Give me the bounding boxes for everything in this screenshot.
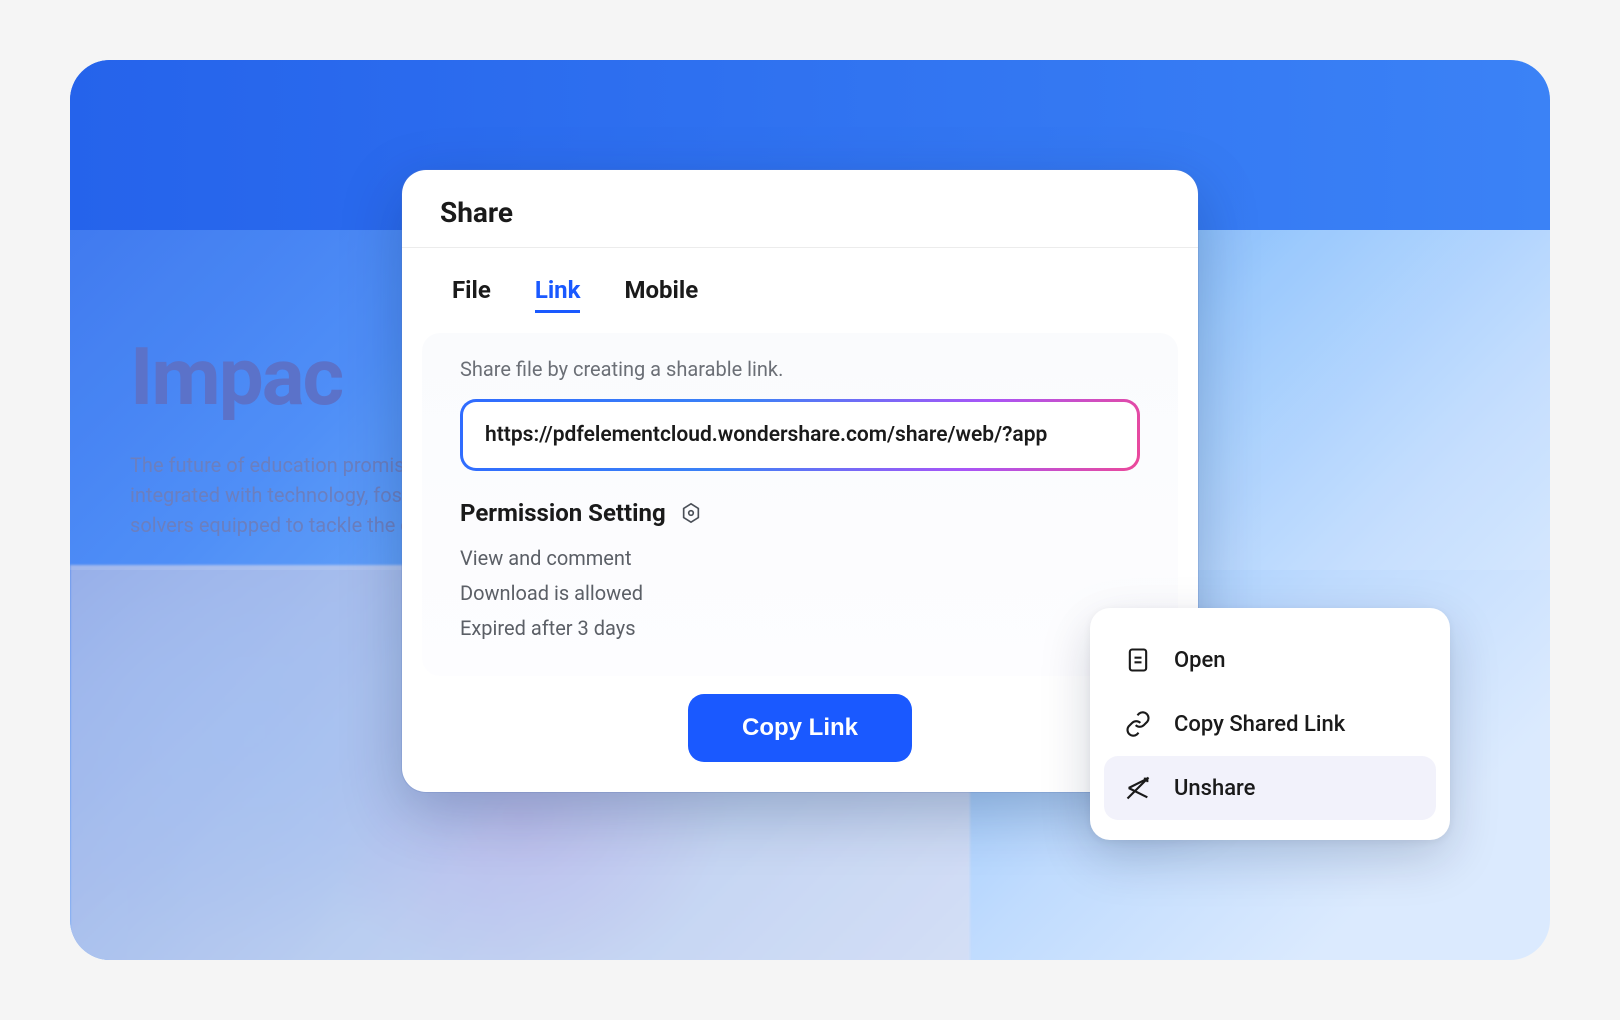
ctx-label: Copy Shared Link (1174, 712, 1345, 737)
dialog-header: Share (402, 170, 1198, 248)
settings-hex-icon[interactable] (680, 502, 702, 524)
permission-header: Permission Setting (460, 499, 1140, 527)
link-icon (1124, 710, 1152, 738)
file-icon (1124, 646, 1152, 674)
ctx-label: Open (1174, 648, 1226, 673)
permission-line: View and comment (460, 541, 1140, 576)
tab-file[interactable]: File (452, 276, 491, 313)
share-tabs: File Link Mobile (402, 248, 1198, 323)
ctx-copy-shared-link[interactable]: Copy Shared Link (1104, 692, 1436, 756)
tab-mobile[interactable]: Mobile (624, 276, 698, 313)
panel-hint: Share file by creating a sharable link. (460, 357, 1140, 381)
share-link-box[interactable]: https://pdfelementcloud.wondershare.com/… (460, 399, 1140, 471)
permission-line: Expired after 3 days (460, 611, 1140, 646)
permission-title: Permission Setting (460, 499, 666, 527)
app-canvas: Impac The future of education promise in… (70, 60, 1550, 960)
share-link-text: https://pdfelementcloud.wondershare.com/… (463, 402, 1137, 468)
permission-line: Download is allowed (460, 576, 1140, 611)
share-dialog: Share File Link Mobile Share file by cre… (402, 170, 1198, 792)
unshare-icon (1124, 774, 1152, 802)
dialog-title: Share (440, 196, 1160, 229)
ctx-label: Unshare (1174, 776, 1255, 801)
copy-link-button[interactable]: Copy Link (688, 694, 912, 762)
ctx-unshare[interactable]: Unshare (1104, 756, 1436, 820)
link-panel: Share file by creating a sharable link. … (422, 333, 1178, 676)
ctx-open[interactable]: Open (1104, 628, 1436, 692)
tab-link[interactable]: Link (535, 276, 581, 313)
context-menu: Open Copy Shared Link Unshare (1090, 608, 1450, 840)
